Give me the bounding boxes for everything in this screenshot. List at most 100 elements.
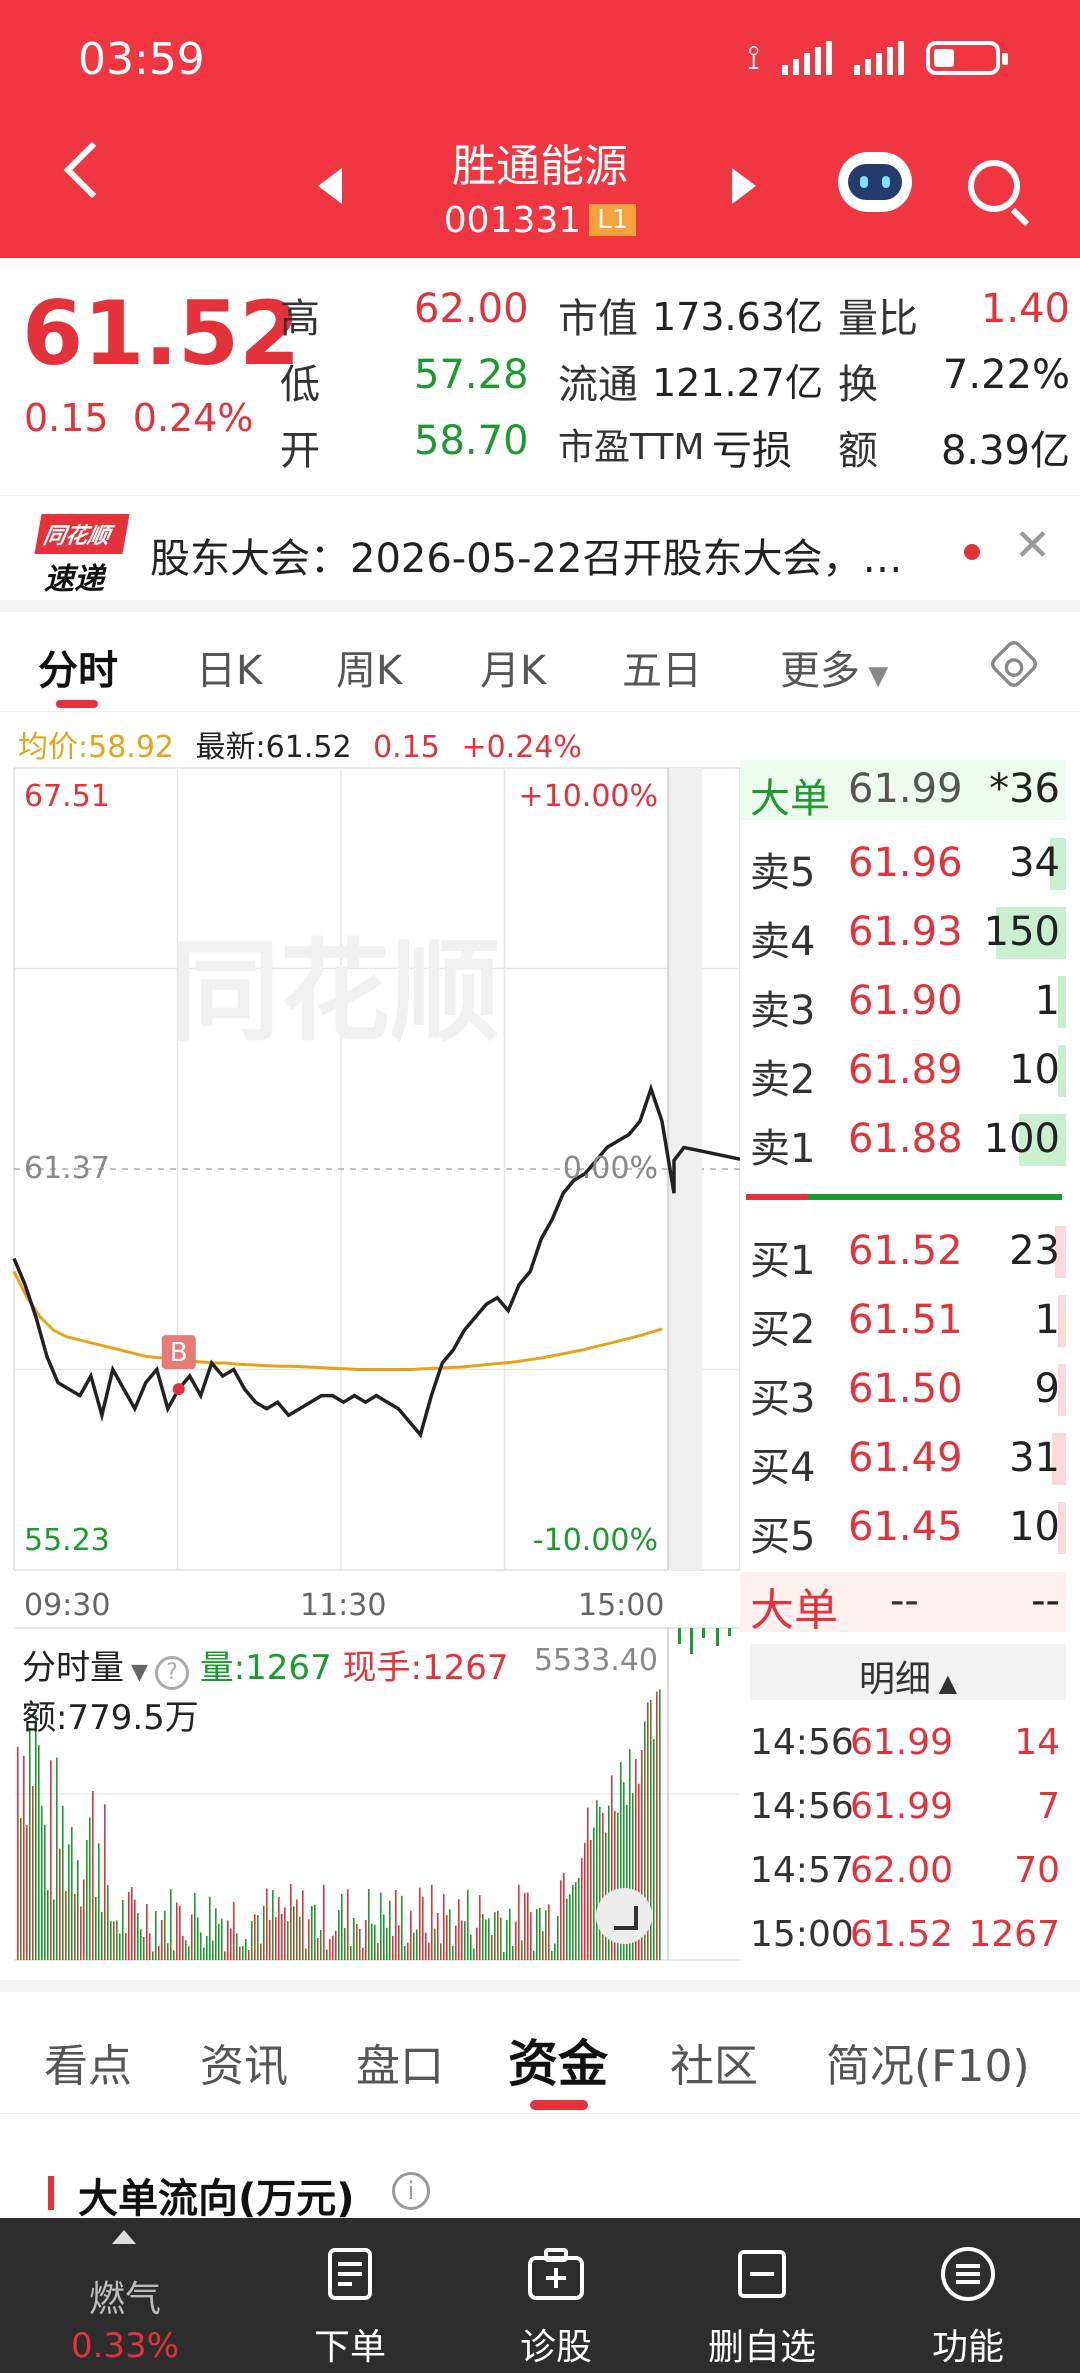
announcement-text[interactable]: 股东大会：2026-05-22召开股东大会，…	[150, 526, 940, 584]
tab-underline	[56, 700, 98, 708]
volume-bar	[293, 1906, 295, 1960]
help-icon[interactable]: ?	[154, 1656, 189, 1690]
volume-bar	[332, 1935, 334, 1960]
volume-bar	[545, 1910, 547, 1960]
volume-bar	[272, 1889, 274, 1960]
bid-row-4[interactable]: 买4 61.49 31	[740, 1429, 1066, 1491]
volume-bar	[281, 1913, 283, 1960]
tab-five-day[interactable]: 五日	[622, 638, 702, 696]
volume-title[interactable]: 分时量	[22, 1648, 124, 1688]
functions-button[interactable]: 功能	[868, 2218, 1068, 2373]
detail-header[interactable]: 明细 ▲	[750, 1644, 1066, 1700]
volume-bar	[197, 1917, 199, 1960]
robot-assistant-icon[interactable]	[838, 152, 912, 212]
volume-bar	[593, 1827, 595, 1960]
big-order-bottom[interactable]: 大单 -- --	[740, 1572, 1066, 1636]
volume-bar	[449, 1909, 451, 1960]
volume-bar	[104, 1804, 106, 1960]
tab-market[interactable]: 盘口	[356, 2030, 444, 2094]
remove-watchlist-button[interactable]: 删自选	[662, 2218, 862, 2373]
functions-label: 功能	[931, 2327, 1004, 2368]
tab-intraday[interactable]: 分时	[38, 638, 118, 696]
big-order-top[interactable]: 大单 61.99 *36	[740, 760, 1066, 822]
settings-icon[interactable]	[987, 637, 1041, 691]
volume-bar	[47, 1890, 49, 1960]
volume-bar	[702, 1628, 705, 1638]
volume-bar	[506, 1919, 508, 1960]
volume-bar	[269, 1919, 271, 1960]
ask-row-2[interactable]: 卖2 61.89 10	[740, 1041, 1066, 1103]
level-volume: 10	[1009, 1504, 1060, 1550]
volume-bar	[302, 1890, 304, 1960]
tab-daily-k[interactable]: 日K	[196, 638, 262, 696]
volume-bar	[350, 1946, 352, 1960]
volume-bar	[690, 1628, 693, 1654]
bid-row-1[interactable]: 买1 61.52 23	[740, 1222, 1066, 1284]
chevron-down-icon[interactable]: ▼	[124, 1660, 155, 1685]
low-label: 低	[280, 362, 320, 408]
level-price: 61.51	[848, 1297, 963, 1343]
order-button[interactable]: 下单	[250, 2218, 450, 2373]
announcement-bar[interactable]: 同花顺 速递 股东大会：2026-05-22召开股东大会，… ✕	[0, 495, 1080, 607]
change-value: 0.15	[24, 396, 109, 440]
tab-community[interactable]: 社区	[670, 2030, 758, 2094]
remove-watchlist-label: 删自选	[707, 2327, 816, 2368]
tab-funds[interactable]: 资金	[508, 2024, 608, 2096]
y-label-top: 67.51	[24, 779, 110, 814]
diagnose-button[interactable]: 诊股	[456, 2218, 656, 2373]
tab-monthly-k[interactable]: 月K	[480, 638, 546, 696]
volume-bar	[215, 1908, 217, 1960]
open-label: 开	[280, 428, 320, 474]
tab-highlights[interactable]: 看点	[44, 2030, 132, 2094]
chevron-down-icon: ▼	[860, 661, 889, 691]
current-hand: 现手:1267	[342, 1648, 509, 1688]
volume-bar	[326, 1949, 328, 1960]
status-time: 03:59	[78, 34, 205, 85]
volume-bar	[401, 1895, 403, 1960]
volume-bar	[446, 1915, 448, 1960]
news-logo: 同花顺 速递	[34, 514, 130, 597]
close-icon[interactable]: ✕	[1014, 520, 1051, 571]
bid-row-5[interactable]: 买5 61.45 10	[740, 1498, 1066, 1560]
sector-widget[interactable]: 燃气 0.33%	[0, 2218, 250, 2373]
tab-profile[interactable]: 简况(F10)	[826, 2030, 1030, 2094]
volume-bar	[152, 1951, 154, 1960]
ask-row-4[interactable]: 卖4 61.93 150	[740, 903, 1066, 965]
trade-price: 62.00	[850, 1850, 954, 1891]
volume-bar	[260, 1943, 262, 1960]
ask-row-5[interactable]: 卖5 61.96 34	[740, 834, 1066, 896]
volume-bar	[530, 1912, 532, 1960]
volume-bar	[359, 1928, 361, 1960]
sector-change: 0.33%	[70, 2326, 179, 2366]
big-order-label: 大单	[750, 776, 830, 822]
volume-bar	[509, 1908, 511, 1960]
volume-bar	[62, 1805, 64, 1960]
level-volume: 1	[1034, 978, 1060, 1024]
volume-bar	[575, 1882, 577, 1960]
ask-row-3[interactable]: 卖3 61.90 1	[740, 972, 1066, 1034]
expand-icon[interactable]	[596, 1888, 652, 1944]
intraday-chart[interactable]: 同花顺 67.51 61.37 55.23 +10.00% 0.00% -10.…	[0, 760, 740, 1980]
volume-bar	[560, 1880, 562, 1960]
volume-bar	[587, 1807, 589, 1960]
volume-bar	[467, 1889, 469, 1960]
bid-row-3[interactable]: 买3 61.50 9	[740, 1360, 1066, 1422]
ask-row-1[interactable]: 卖1 61.88 100	[740, 1110, 1066, 1172]
volume-bar	[221, 1918, 223, 1960]
trade-time: 14:56	[750, 1722, 854, 1763]
volume-bar	[125, 1933, 127, 1960]
volume-bar	[299, 1916, 301, 1960]
level-price: 61.45	[848, 1504, 963, 1550]
volume-bar	[155, 1910, 157, 1960]
tab-more[interactable]: 更多 ▼	[780, 638, 888, 696]
volume-bar	[227, 1920, 229, 1960]
info-icon[interactable]: i	[392, 2172, 430, 2210]
volume-bar	[89, 1817, 91, 1960]
volume-bar	[71, 1827, 73, 1960]
tab-weekly-k[interactable]: 周K	[336, 638, 402, 696]
volume-bar	[500, 1917, 502, 1960]
tab-news[interactable]: 资讯	[200, 2030, 288, 2094]
bid-row-2[interactable]: 买2 61.51 1	[740, 1291, 1066, 1353]
search-icon[interactable]	[968, 160, 1020, 212]
next-stock-icon[interactable]	[732, 168, 756, 204]
